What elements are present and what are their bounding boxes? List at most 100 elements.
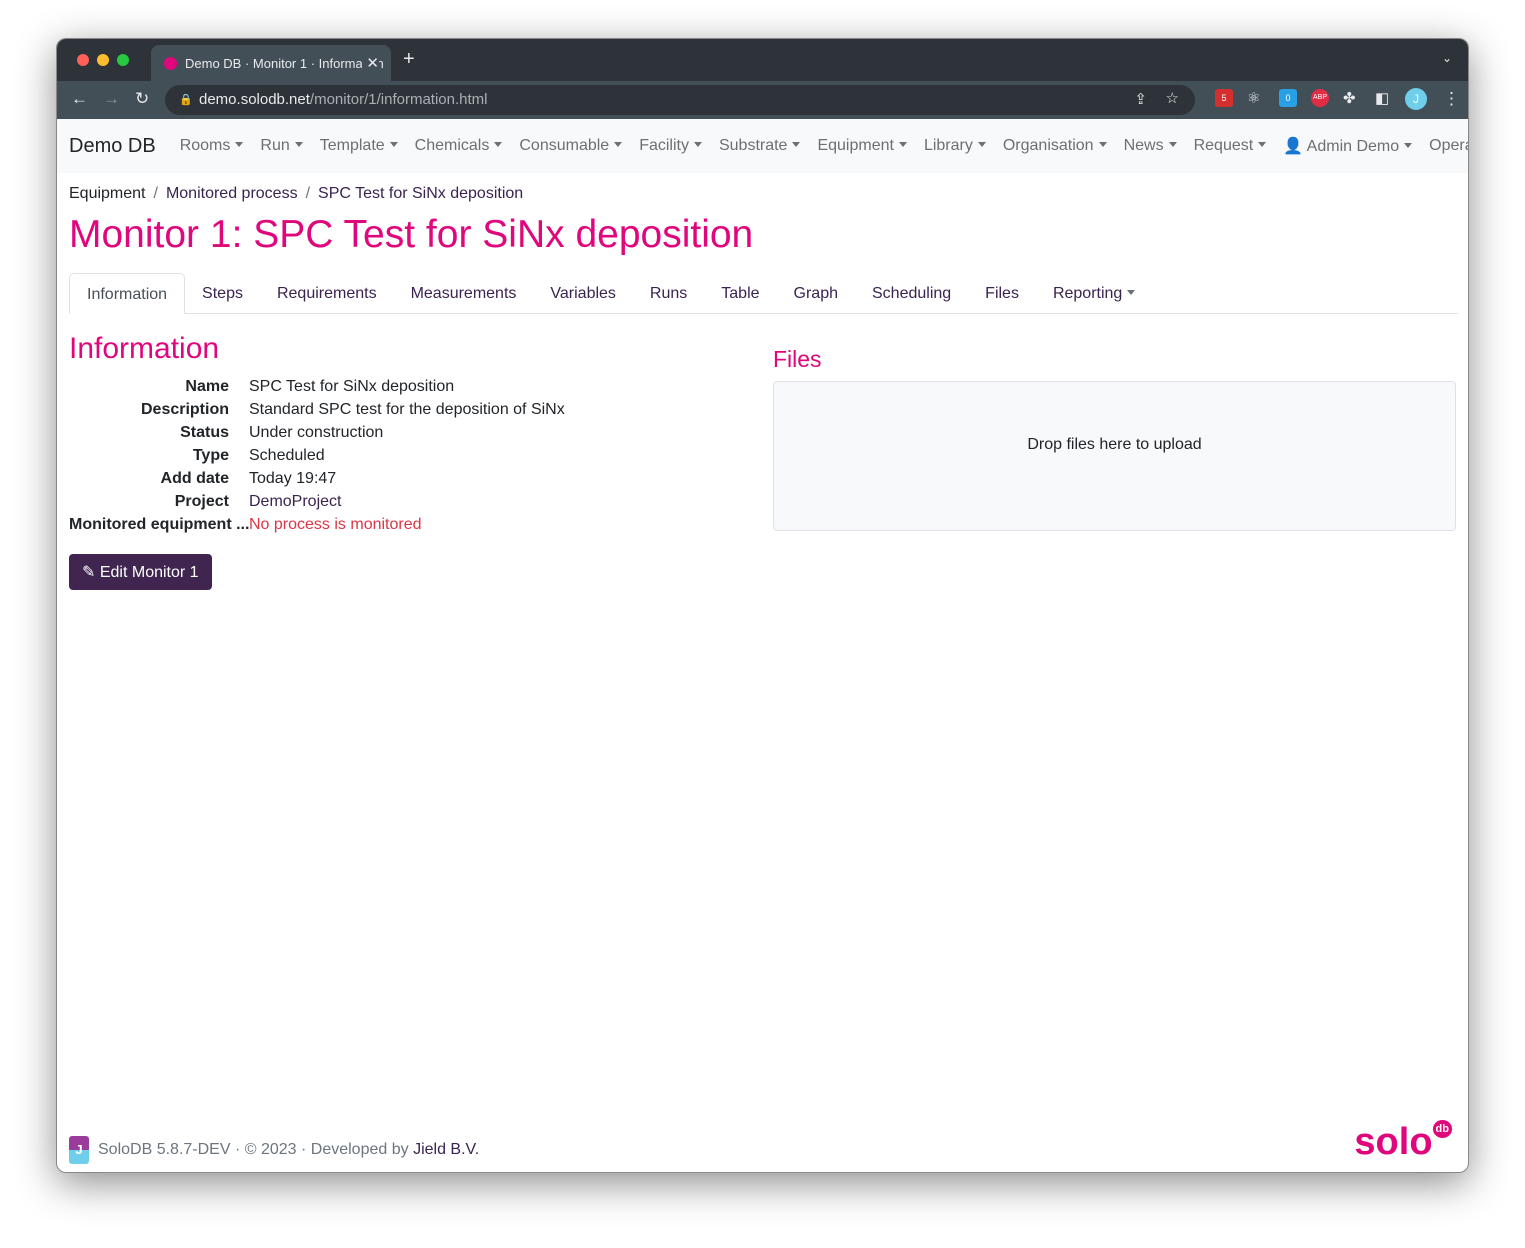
information-heading: Information [69,332,220,365]
footer-text: SoloDB 5.8.7-DEV · © 2023 · Developed by [98,1141,409,1158]
nav-equipment[interactable]: Equipment [817,137,907,155]
nav-consumable[interactable]: Consumable [519,137,622,155]
files-section: Files Drop files here to upload [773,314,1456,590]
nav-rooms[interactable]: Rooms [180,137,244,155]
profile-initial: J [1413,92,1419,106]
information-list: Name SPC Test for SiNx deposition Descrip… [69,378,773,539]
close-window-button[interactable] [77,54,89,66]
browser-window: Demo DB · Monitor 1 · Information ✕ + ⌄ ←… [56,38,1469,1173]
file-dropzone[interactable]: Drop files here to upload [773,381,1456,531]
bookmark-star-icon[interactable]: ☆ [1166,89,1179,107]
forward-icon[interactable]: → [103,89,120,109]
back-icon[interactable]: ← [71,89,88,109]
extension-badge: 0 [1285,93,1291,103]
url-path: /monitor/1/information.html [309,91,488,108]
browser-toolbar: ← → ↻ 🔒 demo.solodb.net/monitor/1/informa… [57,81,1468,119]
nav-facility[interactable]: Facility [639,137,702,155]
extension-icon[interactable]: 5 [1215,89,1233,107]
maximize-window-button[interactable] [117,54,129,66]
nav-request[interactable]: Request [1194,137,1267,155]
brand[interactable]: Demo DB [69,135,156,158]
adblock-label: ABP [1312,94,1327,101]
extensions-puzzle-icon[interactable]: ✤ [1343,89,1356,107]
nav-template[interactable]: Template [320,137,398,155]
lock-icon: 🔒 [179,94,193,106]
url-host: demo.solodb.net [199,91,310,108]
logo-sup: db [1432,1120,1452,1138]
tab-strip: Demo DB · Monitor 1 · Information ✕ + ⌄ [57,39,1468,81]
side-panel-icon[interactable]: ◧ [1375,89,1389,107]
field-label: Monitored equipment ... [69,516,250,533]
edit-icon: ✎ [82,564,96,581]
tab-graph[interactable]: Graph [777,273,855,313]
main-content: Equipment / Monitored process / SPC Test for… [57,185,1468,590]
tab-search-chevron-icon[interactable]: ⌄ [1442,51,1452,65]
field-label: Add date [160,470,229,487]
field-label: Name [185,378,229,395]
tab-variables[interactable]: Variables [533,273,633,313]
edit-button-label: Edit Monitor 1 [99,564,199,581]
jield-logo: J [69,1136,89,1164]
nav-user[interactable]: 👤 Admin Demo [1283,136,1412,156]
favicon-icon [164,57,177,70]
menu-kebab-icon[interactable]: ⋮ [1443,89,1460,109]
field-value: No process is monitored [249,516,422,533]
tab-measurements[interactable]: Measurements [394,273,534,313]
nav-chemicals[interactable]: Chemicals [415,137,503,155]
logo-text: solo [1354,1121,1433,1163]
user-icon: 👤 [1283,138,1304,155]
edit-monitor-button[interactable]: ✎ Edit Monitor 1 [69,554,212,590]
page-title: Monitor 1: SPC Test for SiNx deposition [69,213,754,256]
ghostery-icon[interactable]: 0 [1279,89,1297,107]
tab-title: Demo DB · Monitor 1 · Information [185,56,384,71]
field-value: SPC Test for SiNx deposition [249,378,455,395]
react-devtools-icon[interactable]: ⚛ [1247,89,1260,107]
tab-files[interactable]: Files [968,273,1036,313]
nav-substrate[interactable]: Substrate [719,137,800,155]
files-heading: Files [773,346,822,372]
project-link[interactable]: DemoProject [249,493,341,516]
adblock-icon[interactable]: ABP [1311,89,1329,107]
dropzone-text: Drop files here to upload [1027,436,1202,453]
field-value: Standard SPC test for the deposition of … [249,401,565,418]
breadcrumb-current: SPC Test for SiNx deposition [318,185,524,202]
field-value: Today 19:47 [249,470,337,487]
information-section: Information Name SPC Test for SiNx deposi… [69,314,773,590]
nav-run[interactable]: Run [260,137,302,155]
field-label: Type [192,447,229,464]
tab-scheduling[interactable]: Scheduling [855,273,968,313]
field-value: Under construction [249,424,384,441]
breadcrumb-equipment[interactable]: Equipment [69,185,146,202]
solodb-logo: solo db [1354,1120,1452,1164]
nav-library[interactable]: Library [924,137,986,155]
nav-organisation[interactable]: Organisation [1003,137,1107,155]
tab-runs[interactable]: Runs [633,273,704,313]
field-label: Project [174,493,229,510]
field-label: Status [180,424,229,441]
browser-tab[interactable]: Demo DB · Monitor 1 · Information ✕ [151,45,391,81]
minimize-window-button[interactable] [97,54,109,66]
tab-reporting[interactable]: Reporting [1036,273,1152,313]
tab-information[interactable]: Information [69,273,186,314]
user-name: Admin Demo [1307,138,1412,155]
nav-news[interactable]: News [1124,137,1177,155]
top-navbar: Demo DB Rooms Run Template Chemicals Con… [57,119,1468,173]
breadcrumb: Equipment / Monitored process / SPC Test for… [69,185,524,202]
share-icon[interactable]: ⇪ [1134,90,1147,108]
field-label: Description [140,401,229,418]
jield-link[interactable]: Jield B.V. [413,1141,479,1159]
page-tabs: Information Steps Requirements Measureme… [69,273,1458,314]
tab-table[interactable]: Table [704,273,776,313]
nav-operator[interactable]: Operator [1429,137,1468,155]
footer: J SoloDB 5.8.7-DEV · © 2023 · Developed … [69,1136,479,1164]
field-value: Scheduled [249,447,325,464]
close-tab-icon[interactable]: ✕ [362,54,379,72]
extension-badge: 5 [1221,93,1227,103]
address-bar[interactable]: 🔒 demo.solodb.net/monitor/1/information.h… [165,85,1195,115]
breadcrumb-monitored-process[interactable]: Monitored process [166,185,298,202]
profile-avatar[interactable]: J [1405,88,1427,110]
new-tab-icon[interactable]: + [403,48,415,71]
tab-requirements[interactable]: Requirements [260,273,394,313]
tab-steps[interactable]: Steps [185,273,260,313]
reload-icon[interactable]: ↻ [135,89,149,109]
